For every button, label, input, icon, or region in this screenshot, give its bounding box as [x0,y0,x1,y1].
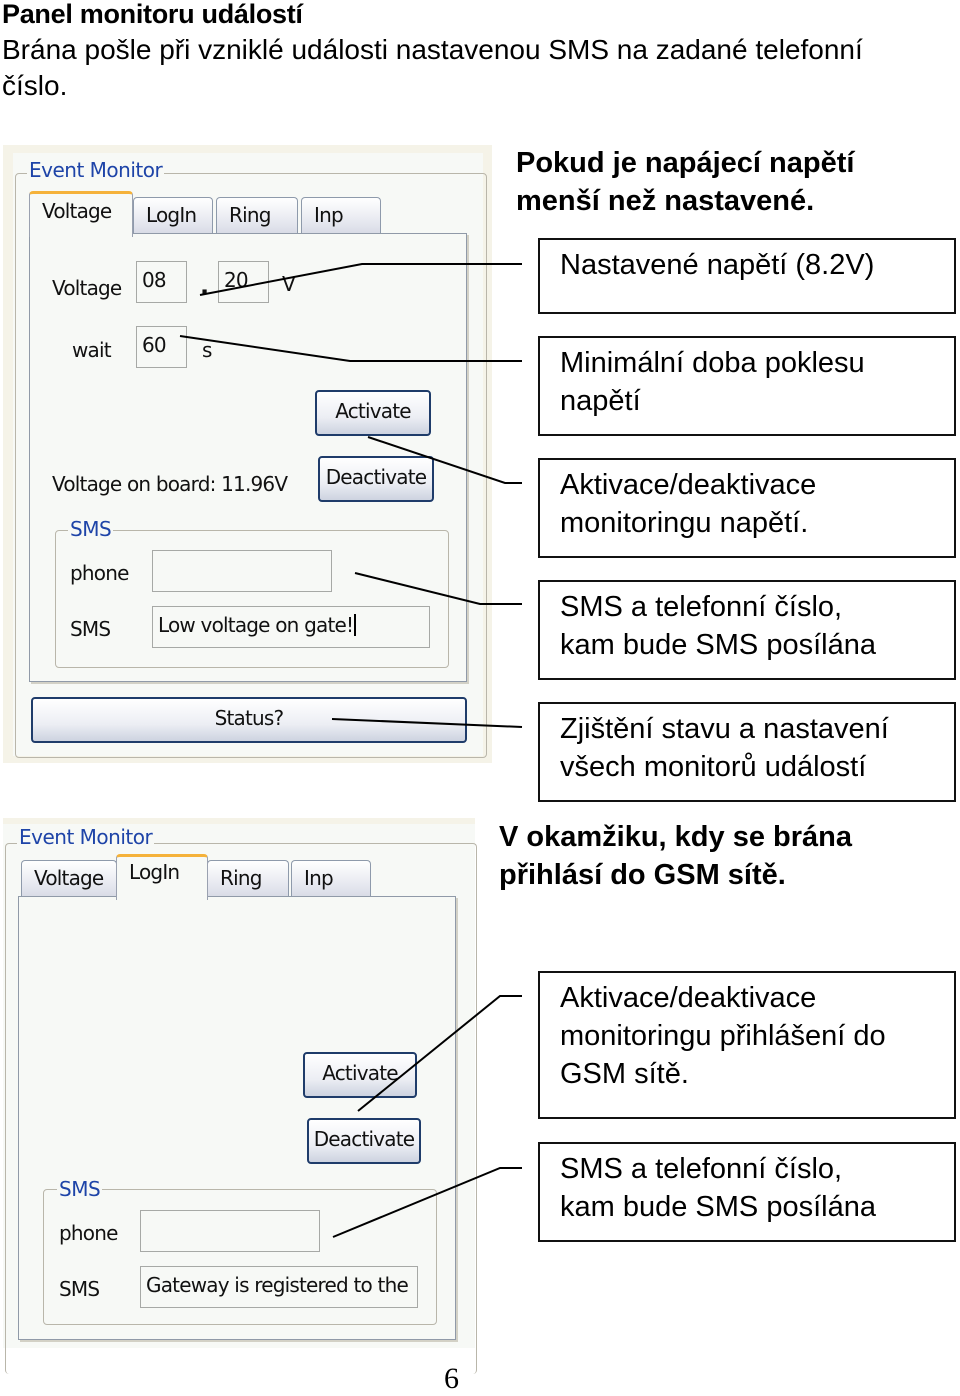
activate-button[interactable]: Activate [315,390,431,436]
phone-input[interactable] [140,1210,320,1252]
voltage-decimal-separator: . [200,272,209,300]
sms-message-text: Low voltage on gate! [158,613,354,637]
sms-message-input[interactable]: Low voltage on gate! [152,606,430,648]
login-event-heading: V okamžiku, kdy se brána přihlásí do GSM… [499,821,852,891]
voltage-integer-input[interactable]: 08 [136,261,187,303]
tab-ring[interactable]: Ring [216,197,298,235]
callout-activate-login: Aktivace/deaktivace monitoringu přihláše… [538,971,956,1119]
voltage-unit: V [282,272,296,296]
voltage-tab-page: Voltage 08 . 20 V wait 60 s Activate Vol… [29,233,467,682]
tab-voltage[interactable]: Voltage [21,860,117,898]
voltage-on-board-readout: Voltage on board: 11.96V [52,472,288,496]
voltage-decimal-input[interactable]: 20 [218,261,269,303]
sms-group-title: SMS [68,517,114,541]
deactivate-button[interactable]: Deactivate [318,456,434,502]
page-number: 6 [444,1362,459,1395]
text-cursor [354,614,357,636]
callout-set-voltage: Nastavené napětí (8.2V) [538,238,956,314]
document-intro: Brána pošle při vzniklé události nastave… [2,34,863,101]
callout-status: Zjištění stavu a nastavení všech monitor… [538,702,956,802]
deactivate-button[interactable]: Deactivate [307,1118,421,1164]
tab-login[interactable]: LogIn [133,197,213,235]
login-tab-page: Activate Deactivate SMS phone SMS Gatewa… [18,896,456,1340]
sms-label: SMS [70,617,111,641]
phone-label: phone [59,1221,118,1245]
tab-login[interactable]: LogIn [116,854,208,900]
callout-min-drop-time: Minimální doba poklesu napětí [538,336,956,436]
phone-input[interactable] [152,550,332,592]
callout-sms-phone: SMS a telefonní číslo, kam bude SMS posí… [538,580,956,680]
screenshot-voltage-tab: Event Monitor Voltage LogIn Ring Inp Vol… [3,145,492,763]
callout-activate-voltage: Aktivace/deaktivace monitoringu napětí. [538,458,956,558]
voltage-event-heading: Pokud je napájecí napětí menší než nasta… [516,147,855,217]
event-monitor-title: Event Monitor [27,158,165,182]
wait-unit: s [202,338,212,362]
callout-sms-phone-login: SMS a telefonní číslo, kam bude SMS posí… [538,1142,956,1242]
phone-label: phone [70,561,129,585]
tab-inp[interactable]: Inp [291,860,371,898]
event-monitor-title: Event Monitor [17,825,155,849]
wait-label: wait [72,338,112,362]
document-title: Panel monitoru událostí [2,0,303,29]
wait-input[interactable]: 60 [136,326,187,368]
activate-button[interactable]: Activate [303,1052,417,1098]
tab-voltage[interactable]: Voltage [29,191,133,237]
sms-group-title: SMS [57,1177,103,1201]
sms-message-input[interactable]: Gateway is registered to the [140,1266,418,1308]
voltage-label: Voltage [52,276,122,300]
sms-label: SMS [59,1277,100,1301]
tab-inp[interactable]: Inp [301,197,381,235]
tab-ring[interactable]: Ring [207,860,289,898]
status-button[interactable]: Status? [31,697,467,743]
screenshot-login-tab: Event Monitor Voltage LogIn Ring Inp Act… [3,818,477,1374]
